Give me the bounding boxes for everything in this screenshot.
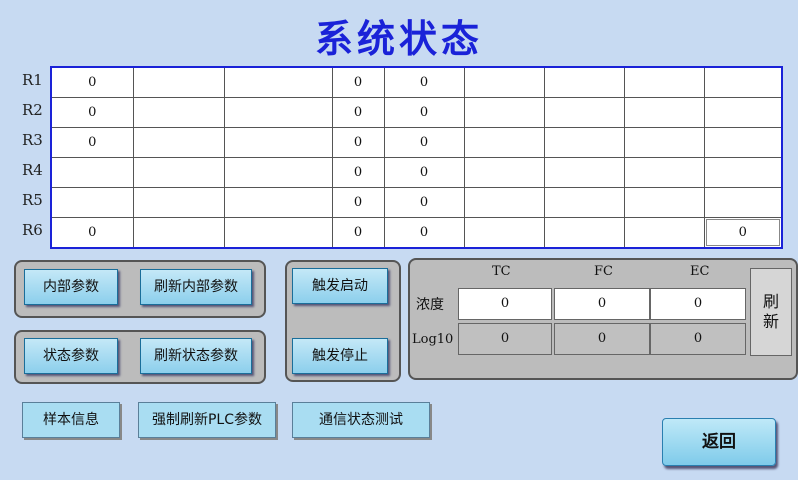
grid-cell: 0 bbox=[331, 66, 385, 98]
state-params-button[interactable]: 状态参数 bbox=[24, 338, 118, 374]
internal-params-button[interactable]: 内部参数 bbox=[24, 269, 118, 305]
status-grid: 00000000000000000 bbox=[50, 66, 783, 249]
comm-test-button[interactable]: 通信状态测试 bbox=[292, 402, 430, 438]
fc-concentration-value: 0 bbox=[554, 288, 650, 320]
trigger-start-button[interactable]: 触发启动 bbox=[292, 268, 388, 304]
sensor-header-ec: EC bbox=[690, 264, 710, 279]
grid-cell bbox=[223, 97, 333, 128]
grid-cell bbox=[703, 127, 783, 158]
refresh-internal-params-button[interactable]: 刷新内部参数 bbox=[140, 269, 252, 305]
grid-cell bbox=[543, 187, 625, 218]
grid-cell bbox=[543, 157, 625, 188]
grid-cell: 0 bbox=[50, 127, 134, 158]
grid-cell bbox=[703, 187, 783, 218]
grid-cell: 0 bbox=[50, 217, 134, 249]
grid-cell: 0 bbox=[50, 66, 134, 98]
grid-cell: 0 bbox=[331, 157, 385, 188]
grid-cell bbox=[463, 157, 545, 188]
grid-cell: 0 bbox=[703, 217, 783, 249]
grid-cell bbox=[543, 66, 625, 98]
grid-cell bbox=[463, 127, 545, 158]
grid-cell: 0 bbox=[331, 127, 385, 158]
ec-concentration-value: 0 bbox=[650, 288, 746, 320]
refresh-button-label: 刷新 bbox=[762, 292, 779, 331]
grid-cell bbox=[543, 127, 625, 158]
grid-cell: 0 bbox=[331, 217, 385, 249]
grid-row: 0000 bbox=[50, 217, 783, 249]
grid-cell bbox=[703, 157, 783, 188]
sensor-header-fc: FC bbox=[594, 264, 613, 279]
concentration-label: 浓度 bbox=[416, 297, 444, 313]
grid-cell: 0 bbox=[383, 127, 465, 158]
row-label: R1 bbox=[22, 71, 43, 89]
grid-cell bbox=[623, 217, 705, 249]
grid-row: 000 bbox=[50, 66, 783, 98]
sample-info-button[interactable]: 样本信息 bbox=[22, 402, 120, 438]
grid-row: 000 bbox=[50, 97, 783, 128]
grid-cell: 0 bbox=[383, 157, 465, 188]
grid-cell bbox=[703, 97, 783, 128]
grid-cell bbox=[463, 97, 545, 128]
grid-row: 000 bbox=[50, 127, 783, 158]
grid-cell: 0 bbox=[331, 187, 385, 218]
page-title: 系统状态 bbox=[314, 16, 483, 61]
row-label: R2 bbox=[22, 101, 43, 119]
grid-row: 00 bbox=[50, 187, 783, 218]
grid-cell bbox=[132, 187, 225, 218]
back-button[interactable]: 返回 bbox=[662, 418, 776, 466]
grid-cell bbox=[132, 127, 225, 158]
grid-cell bbox=[623, 66, 705, 98]
grid-cell-value: 0 bbox=[705, 219, 780, 246]
ec-log10-value: 0 bbox=[650, 323, 746, 355]
sensor-header-tc: TC bbox=[492, 264, 511, 279]
grid-cell bbox=[623, 97, 705, 128]
grid-cell bbox=[50, 157, 134, 188]
grid-cell bbox=[223, 66, 333, 98]
grid-cell bbox=[623, 187, 705, 218]
grid-cell bbox=[223, 127, 333, 158]
grid-cell: 0 bbox=[383, 97, 465, 128]
tc-log10-value: 0 bbox=[458, 323, 552, 355]
fc-log10-value: 0 bbox=[554, 323, 650, 355]
row-label: R5 bbox=[22, 191, 43, 209]
grid-cell bbox=[223, 157, 333, 188]
grid-cell: 0 bbox=[383, 187, 465, 218]
grid-cell bbox=[223, 217, 333, 249]
grid-cell bbox=[463, 66, 545, 98]
tc-concentration-value: 0 bbox=[458, 288, 552, 320]
grid-row: 00 bbox=[50, 157, 783, 188]
grid-cell bbox=[132, 66, 225, 98]
grid-cell bbox=[703, 66, 783, 98]
grid-cell bbox=[623, 157, 705, 188]
grid-cell: 0 bbox=[383, 217, 465, 249]
grid-cell bbox=[623, 127, 705, 158]
force-refresh-plc-button[interactable]: 强制刷新PLC参数 bbox=[138, 402, 276, 438]
refresh-button[interactable]: 刷新 bbox=[750, 268, 792, 356]
grid-cell bbox=[543, 97, 625, 128]
grid-cell bbox=[463, 187, 545, 218]
log10-label: Log10 bbox=[412, 332, 454, 347]
refresh-state-params-button[interactable]: 刷新状态参数 bbox=[140, 338, 252, 374]
grid-cell bbox=[50, 187, 134, 218]
grid-cell bbox=[463, 217, 545, 249]
grid-cell bbox=[132, 217, 225, 249]
row-label: R3 bbox=[22, 131, 43, 149]
row-label: R4 bbox=[22, 161, 43, 179]
grid-cell: 0 bbox=[50, 97, 134, 128]
grid-cell bbox=[543, 217, 625, 249]
grid-cell bbox=[132, 157, 225, 188]
grid-cell: 0 bbox=[331, 97, 385, 128]
row-label: R6 bbox=[22, 221, 43, 239]
grid-cell: 0 bbox=[383, 66, 465, 98]
grid-cell bbox=[132, 97, 225, 128]
grid-cell bbox=[223, 187, 333, 218]
trigger-stop-button[interactable]: 触发停止 bbox=[292, 338, 388, 374]
